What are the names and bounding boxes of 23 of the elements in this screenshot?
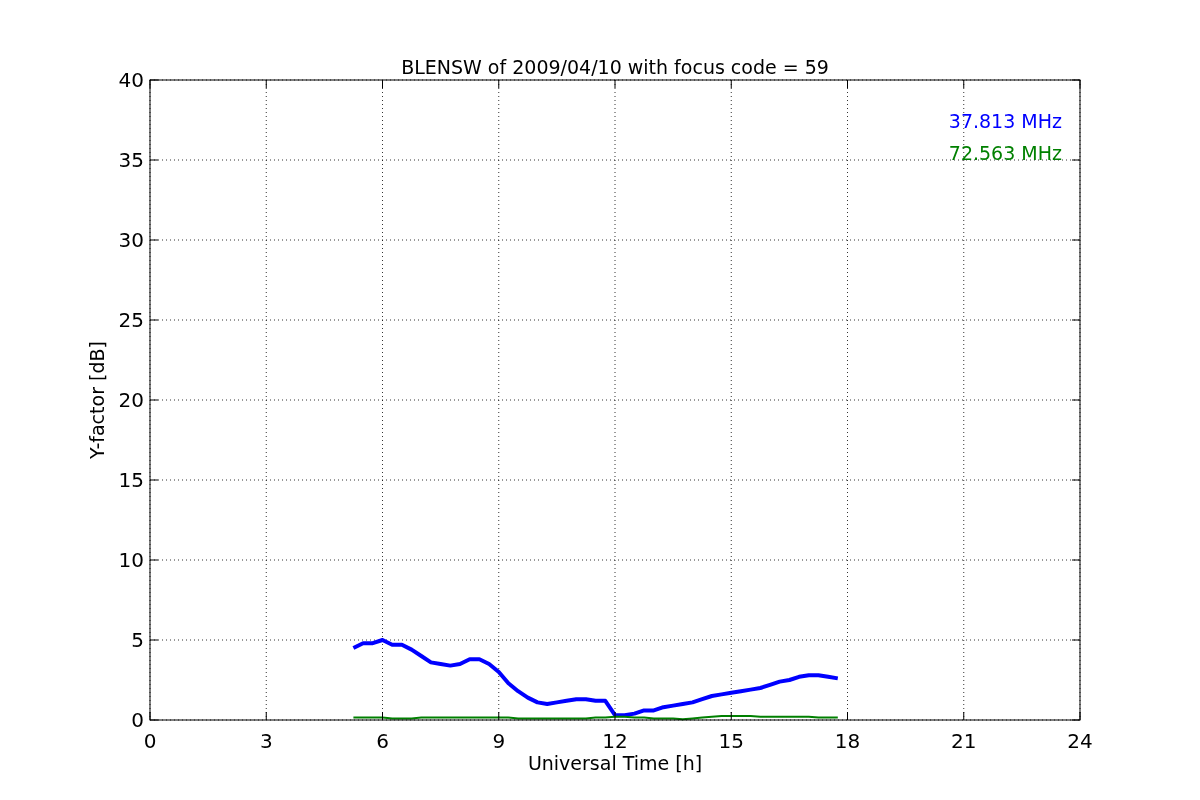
tick-label: 6 <box>376 729 389 753</box>
tick-label: 40 <box>118 68 144 92</box>
x-axis-label: Universal Time [h] <box>527 752 703 774</box>
tick-label: 0 <box>143 729 157 753</box>
tick-label: 9 <box>492 729 506 753</box>
tick-label: 30 <box>118 228 144 252</box>
tick-label: 18 <box>834 729 861 753</box>
tick-label: 15 <box>118 468 144 492</box>
legend-label: 72.563 MHz <box>948 142 1062 164</box>
tick-label: 3 <box>259 729 273 753</box>
chart-title: BLENSW of 2009/04/10 with focus code = 59 <box>401 56 829 78</box>
tick-label: 20 <box>118 388 144 412</box>
tick-label: 24 <box>1067 729 1093 753</box>
tick-label: 0 <box>131 708 144 732</box>
tick-label: 15 <box>718 729 744 753</box>
tick-label: 12 <box>602 729 628 753</box>
legend-label: 37.813 MHz <box>948 110 1062 132</box>
tick-label: 10 <box>118 548 144 572</box>
tick-label: 21 <box>951 729 977 753</box>
tick-label: 25 <box>118 308 144 332</box>
tick-label: 35 <box>118 148 144 172</box>
y-axis-label: Y-factor [dB] <box>86 341 108 459</box>
tick-label: 5 <box>131 628 144 652</box>
